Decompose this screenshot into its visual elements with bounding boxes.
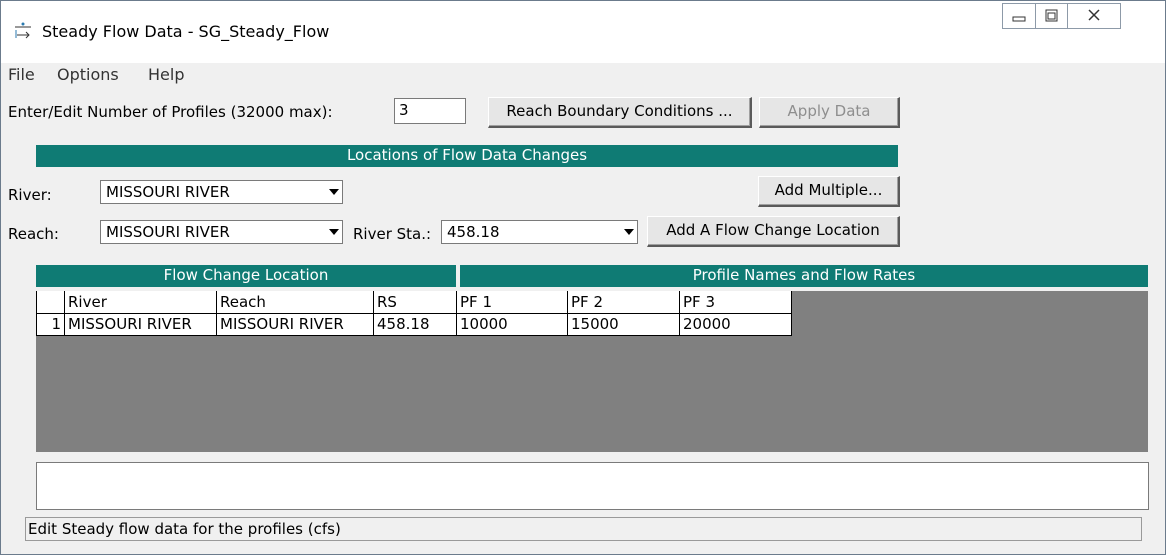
profile-names-flow-rates-header: Profile Names and Flow Rates [460, 265, 1148, 287]
title-bar: Steady Flow Data - SG_Steady_Flow [1, 1, 1165, 63]
cell-reach[interactable]: MISSOURI RIVER [216, 312, 374, 336]
close-button[interactable] [1067, 3, 1121, 29]
status-bar: Edit Steady flow data for the profiles (… [25, 517, 1142, 541]
column-header-pf2[interactable]: PF 2 [567, 291, 680, 314]
table-header-row: River Reach RS PF 1 PF 2 PF 3 [36, 291, 792, 314]
restore-icon [1045, 9, 1058, 22]
column-header-pf1[interactable]: PF 1 [456, 291, 568, 314]
reach-select-value: MISSOURI RIVER [106, 223, 230, 241]
river-select[interactable]: MISSOURI RIVER [100, 180, 343, 204]
minimize-icon [1012, 16, 1026, 22]
add-flow-change-location-button[interactable]: Add A Flow Change Location [647, 216, 900, 247]
column-header-river[interactable]: River [64, 291, 217, 314]
cell-river[interactable]: MISSOURI RIVER [64, 312, 217, 336]
close-icon [1088, 9, 1100, 21]
menu-bar: File Options Help [1, 63, 1165, 87]
column-header-reach[interactable]: Reach [216, 291, 374, 314]
river-select-value: MISSOURI RIVER [106, 183, 230, 201]
restore-button[interactable] [1035, 3, 1068, 29]
reach-boundary-conditions-button[interactable]: Reach Boundary Conditions ... [488, 97, 752, 128]
menu-help[interactable]: Help [148, 63, 184, 87]
flow-data-table: River Reach RS PF 1 PF 2 PF 3 1 MISSOURI… [36, 291, 792, 336]
reach-label: Reach: [8, 225, 59, 243]
add-multiple-button[interactable]: Add Multiple... [758, 176, 900, 207]
river-sta-select-value: 458.18 [447, 223, 500, 241]
menu-file[interactable]: File [8, 63, 35, 87]
reach-select[interactable]: MISSOURI RIVER [100, 220, 343, 244]
row-header-corner [36, 291, 65, 314]
flow-data-grid: River Reach RS PF 1 PF 2 PF 3 1 MISSOURI… [36, 291, 1148, 452]
flow-change-location-header: Flow Change Location [36, 265, 456, 287]
river-label: River: [8, 186, 52, 204]
cell-pf2[interactable]: 15000 [567, 312, 680, 336]
message-textbox[interactable] [36, 462, 1149, 510]
cell-pf1[interactable]: 10000 [456, 312, 568, 336]
column-header-pf3[interactable]: PF 3 [679, 291, 792, 314]
minimize-button[interactable] [1002, 3, 1036, 29]
table-row: 1 MISSOURI RIVER MISSOURI RIVER 458.18 1… [36, 312, 792, 336]
apply-data-button[interactable]: Apply Data [759, 97, 900, 128]
chevron-down-icon[interactable] [619, 221, 637, 243]
menu-options[interactable]: Options [57, 63, 119, 87]
row-index: 1 [36, 312, 65, 336]
chevron-down-icon[interactable] [324, 181, 342, 203]
window-title: Steady Flow Data - SG_Steady_Flow [42, 22, 330, 41]
chevron-down-icon[interactable] [324, 221, 342, 243]
column-header-rs[interactable]: RS [373, 291, 457, 314]
river-sta-select[interactable]: 458.18 [441, 220, 638, 244]
river-sta-label: River Sta.: [353, 225, 432, 243]
cell-rs[interactable]: 458.18 [373, 312, 457, 336]
steady-flow-window: Steady Flow Data - SG_Steady_Flow File O… [0, 0, 1166, 555]
profiles-count-label: Enter/Edit Number of Profiles (32000 max… [8, 103, 333, 121]
cell-pf3[interactable]: 20000 [679, 312, 792, 336]
profiles-count-input[interactable]: 3 [394, 98, 466, 124]
flow-app-icon [15, 22, 31, 39]
locations-header: Locations of Flow Data Changes [36, 145, 898, 167]
